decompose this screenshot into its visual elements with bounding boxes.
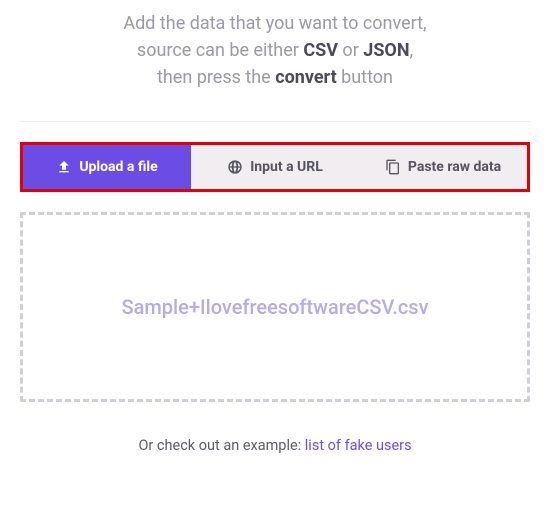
- instruction-line1: Add the data that you want to convert,: [123, 13, 426, 34]
- tab-paste-raw[interactable]: Paste raw data: [359, 145, 527, 189]
- instruction-csv: CSV: [303, 40, 338, 61]
- instruction-line3-post: button: [337, 67, 393, 88]
- instruction-json: JSON: [363, 40, 409, 61]
- input-mode-tabs: Upload a file Input a URL Paste raw data: [20, 142, 530, 192]
- instruction-text: Add the data that you want to convert, s…: [20, 10, 530, 91]
- tab-upload-label: Upload a file: [79, 159, 157, 175]
- instruction-line2-pre: source can be either: [137, 40, 303, 61]
- dropzone-filename: Sample+IlovefreesoftwareCSV.csv: [121, 295, 428, 319]
- globe-icon: [227, 159, 243, 175]
- tab-upload-file[interactable]: Upload a file: [23, 145, 191, 189]
- paste-icon: [385, 159, 401, 175]
- instruction-line2-post: ,: [410, 40, 414, 61]
- instruction-line2-mid: or: [338, 40, 363, 61]
- example-prompt: Or check out an example: list of fake us…: [20, 437, 530, 454]
- tab-paste-label: Paste raw data: [408, 159, 501, 175]
- upload-icon: [56, 159, 72, 175]
- example-link[interactable]: list of fake users: [305, 437, 412, 454]
- divider: [20, 121, 530, 122]
- instruction-convert: convert: [275, 67, 336, 88]
- tab-input-url[interactable]: Input a URL: [191, 145, 359, 189]
- example-pre: Or check out an example:: [138, 437, 304, 454]
- tab-url-label: Input a URL: [250, 159, 323, 175]
- instruction-line3-pre: then press the: [157, 67, 275, 88]
- file-dropzone[interactable]: Sample+IlovefreesoftwareCSV.csv: [20, 212, 530, 402]
